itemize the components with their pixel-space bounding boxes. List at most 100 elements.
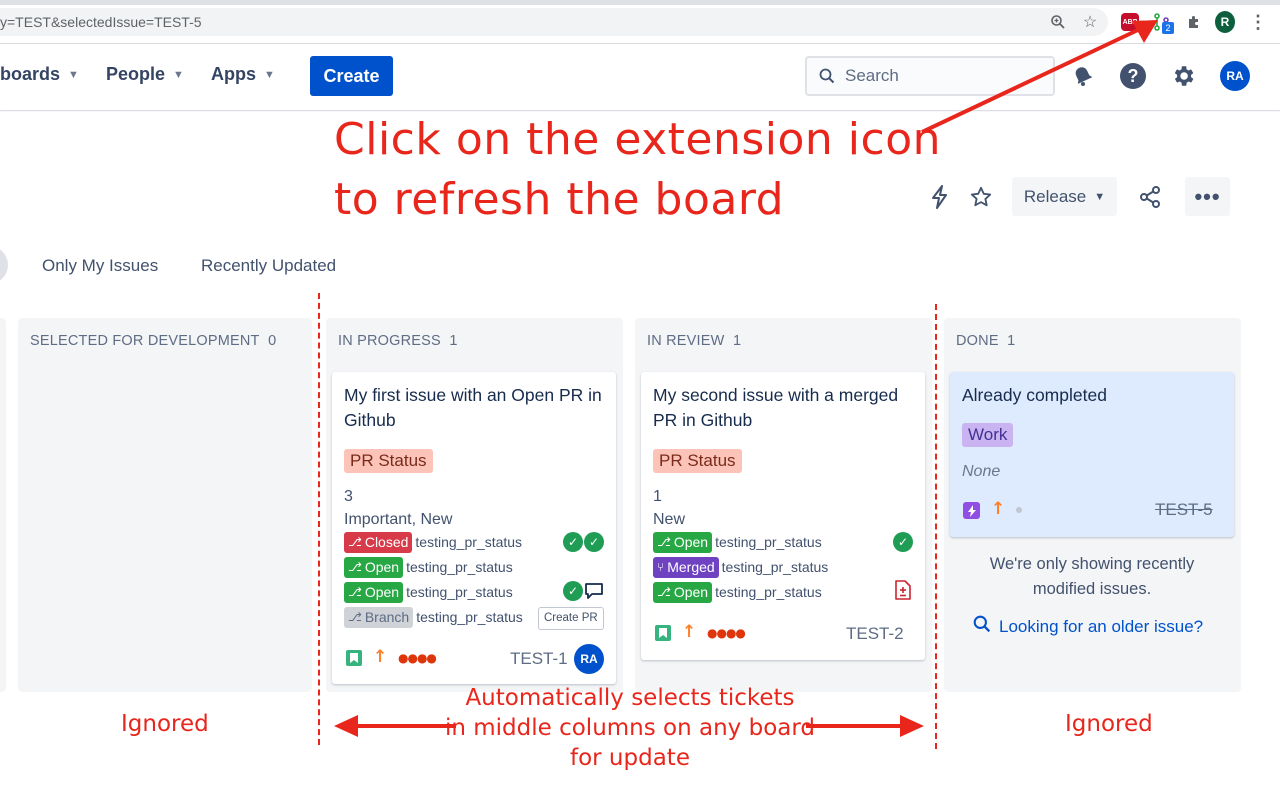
pr-status-label: Open <box>673 584 709 600</box>
branch-label: Branch <box>364 609 410 625</box>
card-empty-field: None <box>962 463 1001 480</box>
annotation-middle-line-2: in middle columns on any board <box>444 715 816 741</box>
pr-status-badge: ⑂ Merged <box>653 556 719 578</box>
pr-row[interactable]: ⎇ Open testing_pr_status <box>653 531 822 553</box>
profile-avatar[interactable]: R <box>1215 11 1235 33</box>
create-button[interactable]: Create <box>310 56 393 96</box>
settings-gear-icon[interactable] <box>1169 62 1197 90</box>
nav-boards[interactable]: boards ▼ <box>0 64 79 85</box>
pr-row[interactable]: ⎇ Closed testing_pr_status <box>344 531 523 553</box>
column-name: IN REVIEW <box>647 333 725 349</box>
check-passed-icon: ✓ <box>893 532 913 552</box>
column-backlog-partial <box>0 318 6 692</box>
pr-name: testing_pr_status <box>715 584 822 600</box>
pull-request-icon: ⎇ <box>657 535 671 549</box>
pull-request-icon: ⎇ <box>348 585 362 599</box>
quick-filter-avatar[interactable] <box>0 246 8 284</box>
chevron-down-icon: ▼ <box>173 68 184 81</box>
chevron-down-icon: ▼ <box>1094 190 1106 203</box>
branch-icon: ⎇ <box>348 610 362 624</box>
annotation-dashed-line-right <box>935 304 937 749</box>
automation-lightning-icon[interactable] <box>925 182 955 212</box>
quick-filter-only-my-issues[interactable]: Only My Issues <box>42 256 158 276</box>
priority-high-icon: ↑ <box>682 622 697 642</box>
column-count: 1 <box>1007 333 1016 349</box>
pr-status-label: Closed <box>364 534 409 550</box>
pull-request-icon: ⎇ <box>348 535 362 549</box>
check-passed-icon: ✓ <box>563 581 583 601</box>
column-name: DONE <box>956 333 999 349</box>
card-title: Already completed <box>962 385 1107 405</box>
issue-key[interactable]: TEST-1 <box>510 649 568 669</box>
issue-key-resolved[interactable]: TEST-5 <box>1155 500 1213 520</box>
priority-high-icon: ↑ <box>991 499 1006 519</box>
annotation-middle-line-1: Automatically selects tickets <box>465 685 795 711</box>
pr-row[interactable]: ⎇ Open testing_pr_status <box>344 556 513 578</box>
quick-filter-recently-updated[interactable]: Recently Updated <box>201 256 336 276</box>
nav-apps-label: Apps <box>211 64 256 84</box>
profile-initial: R <box>1215 11 1235 33</box>
card-title: My first issue with an Open PR in Github <box>344 385 602 430</box>
approved-check-icon: ✓ <box>584 532 604 552</box>
comment-icon <box>584 581 604 606</box>
older-issue-link-label: Looking for an older issue? <box>999 616 1204 636</box>
estimate-dot <box>1016 507 1022 513</box>
column-title-in-progress: IN PROGRESS 1 <box>338 333 458 349</box>
column-name: SELECTED FOR DEVELOPMENT <box>30 333 260 349</box>
annotation-ignored-left: Ignored <box>121 711 209 737</box>
column-selected-for-development <box>18 318 312 692</box>
card-label-work: Work <box>962 423 1014 447</box>
estimate-dots: ●●●● <box>398 651 437 665</box>
epic-type-icon <box>963 502 980 519</box>
card-label-pr-status: PR Status <box>653 449 742 473</box>
pr-status-badge: ⎇ Open <box>653 531 713 553</box>
pr-name: testing_pr_status <box>715 534 822 550</box>
pr-row[interactable]: ⑂ Merged testing_pr_status <box>653 556 828 578</box>
column-name: IN PROGRESS <box>338 333 441 349</box>
column-title-done: DONE 1 <box>956 333 1015 349</box>
column-title-selected: SELECTED FOR DEVELOPMENT 0 <box>30 333 276 349</box>
nav-people[interactable]: People ▼ <box>106 64 184 85</box>
card-tags-field: New <box>653 511 686 528</box>
address-bar-url[interactable]: y=TEST&selectedIssue=TEST-5 <box>0 14 202 30</box>
pr-status-label: Merged <box>667 559 715 575</box>
pr-row[interactable]: ⎇ Open testing_pr_status <box>344 581 513 603</box>
merge-icon: ⑂ <box>657 560 665 574</box>
pull-request-icon: ⎇ <box>348 560 362 574</box>
share-icon[interactable] <box>1135 182 1165 212</box>
check-passed-icon: ✓ <box>563 532 583 552</box>
file-diff-icon <box>894 580 912 605</box>
release-button[interactable]: Release ▼ <box>1012 177 1117 216</box>
pr-status-label: Open <box>364 559 400 575</box>
card-count-field: 3 <box>344 488 353 505</box>
pr-status-label: Open <box>673 534 709 550</box>
pr-row[interactable]: ⎇ Open testing_pr_status <box>653 581 822 603</box>
assignee-avatar[interactable]: RA <box>574 644 604 674</box>
pr-status-label: Open <box>364 584 400 600</box>
card-count-field: 1 <box>653 488 662 505</box>
search-placeholder: Search <box>845 66 899 85</box>
issue-key[interactable]: TEST-2 <box>846 624 904 644</box>
browser-tab-strip <box>0 0 1280 5</box>
star-board-icon[interactable] <box>966 182 996 212</box>
create-pr-button[interactable]: Create PR <box>538 607 604 630</box>
pr-name: testing_pr_status <box>415 534 523 550</box>
older-issue-link[interactable]: Looking for an older issue? <box>973 615 1203 638</box>
release-label: Release <box>1023 186 1087 206</box>
nav-apps[interactable]: Apps ▼ <box>211 64 275 85</box>
card-tags-field: Important, New <box>344 511 453 528</box>
more-actions-button[interactable]: ••• <box>1185 177 1230 216</box>
user-avatar[interactable]: RA <box>1220 61 1250 91</box>
search-icon <box>819 68 835 89</box>
browser-menu-icon[interactable]: ⋮ <box>1248 12 1268 32</box>
column-count: 1 <box>449 333 458 349</box>
extensions-puzzle-icon[interactable] <box>1184 12 1204 32</box>
pr-row[interactable]: ⎇ Branch testing_pr_status <box>344 606 523 628</box>
annotation-arrow-to-extension <box>921 20 1158 134</box>
annotation-line-2: to refresh the board <box>334 174 785 225</box>
annotation-ignored-right: Ignored <box>1065 711 1153 737</box>
story-type-icon <box>346 650 362 666</box>
story-type-icon <box>655 625 671 641</box>
done-column-note: We're only showing recently modified iss… <box>989 555 1195 598</box>
column-count: 0 <box>268 333 277 349</box>
